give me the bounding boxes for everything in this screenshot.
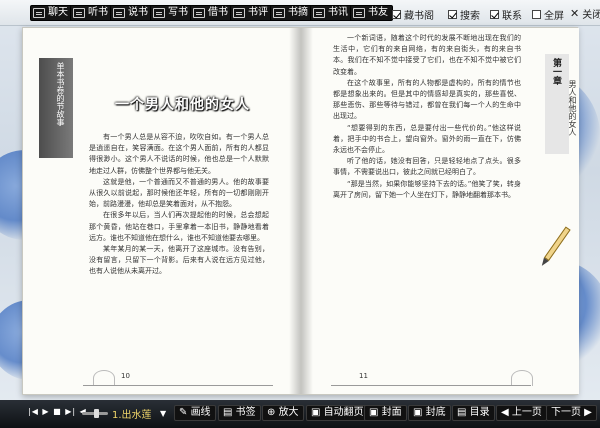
toc-button[interactable]: ▤ 目录	[452, 405, 495, 421]
page-number: 10	[121, 372, 130, 380]
write-icon	[153, 8, 165, 18]
review-button[interactable]: 书评	[230, 5, 273, 21]
volume-knob[interactable]	[94, 409, 99, 418]
paragraph: 某年某月的某一天，他离开了这座城市。没有告别，没有留言，只留下一个背影。后来有人…	[89, 245, 269, 276]
footer-flower-icon	[511, 370, 533, 386]
paragraph: 听了他的话，她没有回答，只是轻轻地点了点头。很多事情，不需要说出口，彼此之间就已…	[333, 157, 521, 177]
cover-button[interactable]: ▣ 封面	[364, 405, 407, 421]
cover-icon: ▣	[369, 407, 382, 418]
page-number: 11	[359, 372, 368, 380]
volume-slider[interactable]	[82, 409, 108, 418]
chat-button[interactable]: 聊天	[30, 5, 73, 21]
listen-icon	[73, 8, 85, 18]
talk-button[interactable]: 说书	[110, 5, 153, 21]
paragraph: 有一个男人总是从容不迫，吹吹自如。有一个男人总是逍遥自在，笑容满面。在这个男人面…	[89, 133, 269, 175]
back-cover-icon: ▣	[413, 407, 426, 418]
chapter-title: 一个男人和他的女人	[115, 97, 250, 113]
search-checkbox[interactable]: 搜索	[448, 7, 480, 22]
chevron-down-icon[interactable]: ▼	[160, 409, 166, 418]
excerpt-icon	[273, 8, 285, 18]
track-title: 1.出水莲	[112, 410, 152, 421]
next-page-button[interactable]: 下一页 ▶	[546, 405, 597, 421]
bookinfo-icon	[313, 8, 325, 18]
playback-controls[interactable]: |◀ ▶ ■ ▶| ◀	[28, 407, 87, 416]
open-book: 单本书卷的节故事 一个男人和他的女人 有一个男人总是从容不迫，吹吹自如。有一个男…	[22, 27, 579, 395]
bookfriend-button[interactable]: 书友	[350, 5, 393, 21]
close-icon: ✕	[570, 7, 580, 20]
footer-divider	[83, 385, 273, 386]
arrow-left-icon: ◀	[501, 407, 512, 418]
prev-page-button[interactable]: ◀ 上一页	[496, 405, 547, 421]
right-page[interactable]: 一个新词语，随着这个时代的发展不断地出现在我们的生活中，它们有的来自网络，有的来…	[301, 28, 579, 394]
brush-icon: ✎	[179, 407, 191, 418]
paragraph: 这就是他，一个普通而又不普通的男人。他的故事要从很久以前说起，那时候他还年轻，所…	[89, 177, 269, 209]
bottom-toolbar: |◀ ▶ ■ ▶| ◀ 1.出水莲 ▼ ✎ 画线 ▤ 书签 ⊕ 放大 ▣ 自动翻…	[0, 400, 600, 428]
bookinfo-button[interactable]: 书讯	[310, 5, 353, 21]
chat-icon	[33, 8, 45, 18]
lend-button[interactable]: 借书	[190, 5, 233, 21]
auto-page-button[interactable]: ▣ 自动翻页	[306, 405, 369, 421]
bookfriend-icon	[353, 8, 365, 18]
arrow-right-icon: ▶	[581, 407, 592, 418]
right-page-text: 一个新词语，随着这个时代的发展不断地出现在我们的生活中，它们有的来自网络，有的来…	[333, 33, 521, 369]
right-side-tab: 第一章	[545, 54, 569, 154]
left-page[interactable]: 单本书卷的节故事 一个男人和他的女人 有一个男人总是从容不迫，吹吹自如。有一个男…	[23, 28, 301, 394]
zoom-in-button[interactable]: ⊕ 放大	[262, 405, 304, 421]
checkbox-icon	[448, 10, 457, 19]
top-toolbar: 聊天 听书 说书 写书 借书 书评 书摘 书讯 书友 藏书阁 搜索 联系 全屏 …	[0, 0, 600, 26]
contact-checkbox[interactable]: 联系	[490, 7, 522, 22]
review-icon	[233, 8, 245, 18]
bookmark-icon: ▤	[223, 407, 236, 418]
bookmark-button[interactable]: ▤ 书签	[218, 405, 261, 421]
footer-flower-icon	[93, 370, 115, 386]
fullscreen-checkbox[interactable]: 全屏	[532, 7, 564, 22]
zoom-in-icon: ⊕	[267, 407, 279, 418]
auto-page-icon: ▣	[311, 407, 324, 418]
write-button[interactable]: 写书	[150, 5, 193, 21]
left-side-tab: 单本书卷的节故事	[39, 58, 73, 158]
checkbox-icon	[532, 10, 541, 19]
footer-divider	[331, 385, 531, 386]
paragraph: 一个新词语，随着这个时代的发展不断地出现在我们的生活中，它们有的来自网络，有的来…	[333, 34, 521, 76]
paragraph: “那是当然，如果你能够坚持下去的话。”他笑了笑，转身离开了房间，留下她一个人坐在…	[333, 179, 521, 199]
listen-button[interactable]: 听书	[70, 5, 113, 21]
excerpt-button[interactable]: 书摘	[270, 5, 313, 21]
paragraph: “想要得到的东西，总是要付出一些代价的。”他这样说着，把手中的书合上，望向窗外。…	[333, 123, 521, 155]
paragraph: 在很多年以后，当人们再次提起他的时候，总会想起那个黄昏，他站在巷口，手里拿着一本…	[89, 211, 269, 242]
back-cover-button[interactable]: ▣ 封底	[408, 405, 451, 421]
lend-icon	[193, 8, 205, 18]
close-button[interactable]: ✕ 关闭	[570, 6, 600, 21]
left-page-text: 有一个男人总是从容不迫，吹吹自如。有一个男人总是逍遥自在，笑容满面。在这个男人面…	[89, 132, 269, 366]
collect-checkbox[interactable]: 藏书阁	[392, 7, 434, 22]
talk-icon	[113, 8, 125, 18]
paragraph: 在这个故事里，所有的人物都是虚构的，所有的情节也都是想象出来的。但是其中的情感却…	[333, 78, 521, 121]
brush-button[interactable]: ✎ 画线	[174, 405, 216, 421]
toc-icon: ▤	[457, 407, 470, 418]
checkbox-icon	[392, 10, 401, 19]
right-side-caption: 男人和他的女人	[568, 80, 577, 136]
checkbox-icon	[490, 10, 499, 19]
